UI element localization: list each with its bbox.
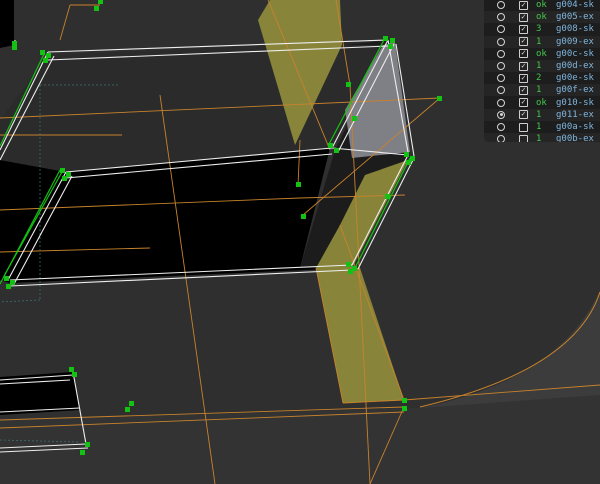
visibility-toggle-icon[interactable] — [497, 62, 505, 70]
visibility-toggle-icon[interactable] — [497, 1, 505, 9]
visibility-toggle-icon[interactable] — [497, 49, 505, 58]
row-status: ok — [536, 0, 547, 10]
row-name[interactable]: g00c-sk — [556, 48, 594, 60]
enable-checkbox[interactable]: ✓ — [519, 12, 528, 22]
row-status: ok — [536, 12, 547, 23]
enable-checkbox[interactable]: ✓ — [519, 0, 528, 10]
enable-checkbox[interactable] — [519, 134, 528, 142]
row-status: 1 — [536, 85, 542, 96]
enable-checkbox[interactable]: ✓ — [519, 73, 528, 83]
outliner-row[interactable]: 1 g00a-sk — [484, 121, 600, 133]
row-status: 1 — [536, 134, 542, 142]
visibility-toggle-icon[interactable] — [497, 135, 505, 142]
row-status: ok — [536, 97, 547, 108]
outliner-row[interactable]: ✓ ok g005-ex — [484, 11, 600, 24]
row-name[interactable]: g005-ex — [556, 11, 594, 23]
row-name[interactable]: g004-sk — [556, 0, 594, 11]
outliner-row[interactable]: ✓ 1 g00d-ex — [484, 60, 600, 72]
row-name[interactable]: g010-sk — [556, 97, 594, 109]
outliner-row[interactable]: ✓ 2 g00e-sk — [484, 72, 600, 84]
visibility-toggle-icon[interactable] — [497, 86, 505, 95]
row-name[interactable]: g009-ex — [556, 36, 594, 48]
enable-checkbox[interactable]: ✓ — [519, 49, 528, 59]
row-status: 2 — [536, 73, 542, 84]
outliner-row[interactable]: ✓ 3 g008-sk — [484, 23, 600, 35]
enable-checkbox[interactable]: ✓ — [519, 110, 528, 120]
enable-checkbox[interactable]: ✓ — [519, 85, 528, 95]
row-status: 1 — [536, 122, 542, 132]
row-name[interactable]: g011-ex — [556, 109, 594, 121]
outliner-row[interactable]: ✓ 1 g009-ex — [484, 35, 600, 48]
row-name[interactable]: g00f-ex — [556, 84, 594, 96]
outliner-row[interactable]: ✓ 1 g011-ex — [484, 108, 600, 121]
row-status: 1 — [536, 36, 542, 47]
visibility-toggle-icon[interactable] — [497, 98, 505, 107]
outliner-row[interactable]: 1 g00b-ex — [484, 133, 600, 142]
enable-checkbox[interactable]: ✓ — [519, 37, 528, 47]
outliner-row[interactable]: ✓ 1 g00f-ex — [484, 84, 600, 97]
cavity-top-left — [0, 0, 14, 48]
row-status: 3 — [536, 24, 542, 35]
visibility-toggle-icon[interactable] — [497, 110, 505, 119]
enable-checkbox[interactable] — [519, 122, 528, 132]
visibility-toggle-icon[interactable] — [497, 37, 505, 46]
row-name[interactable]: g00a-sk — [556, 121, 594, 133]
outliner-panel[interactable]: ✓ ok g004-sk ✓ ok g005-ex ✓ 3 g008-sk ✓ 1 g009-ex ✓ o… — [484, 0, 600, 142]
row-name[interactable]: g00b-ex — [556, 133, 594, 142]
visibility-toggle-icon[interactable] — [497, 13, 505, 22]
row-status: ok — [536, 48, 547, 59]
enable-checkbox[interactable]: ✓ — [519, 98, 528, 108]
visibility-toggle-icon[interactable] — [497, 123, 505, 131]
row-status: 1 — [536, 61, 542, 71]
outliner-row[interactable]: ✓ ok g004-sk — [484, 0, 600, 11]
outliner-row[interactable]: ✓ ok g010-sk — [484, 97, 600, 109]
enable-checkbox[interactable]: ✓ — [519, 24, 528, 34]
row-name[interactable]: g00d-ex — [556, 60, 594, 72]
outliner-row[interactable]: ✓ ok g00c-sk — [484, 48, 600, 60]
visibility-toggle-icon[interactable] — [497, 25, 505, 34]
row-name[interactable]: g008-sk — [556, 23, 594, 35]
row-status: 1 — [536, 109, 542, 120]
visibility-toggle-icon[interactable] — [497, 74, 505, 83]
row-name[interactable]: g00e-sk — [556, 72, 594, 84]
enable-checkbox[interactable]: ✓ — [519, 61, 528, 71]
